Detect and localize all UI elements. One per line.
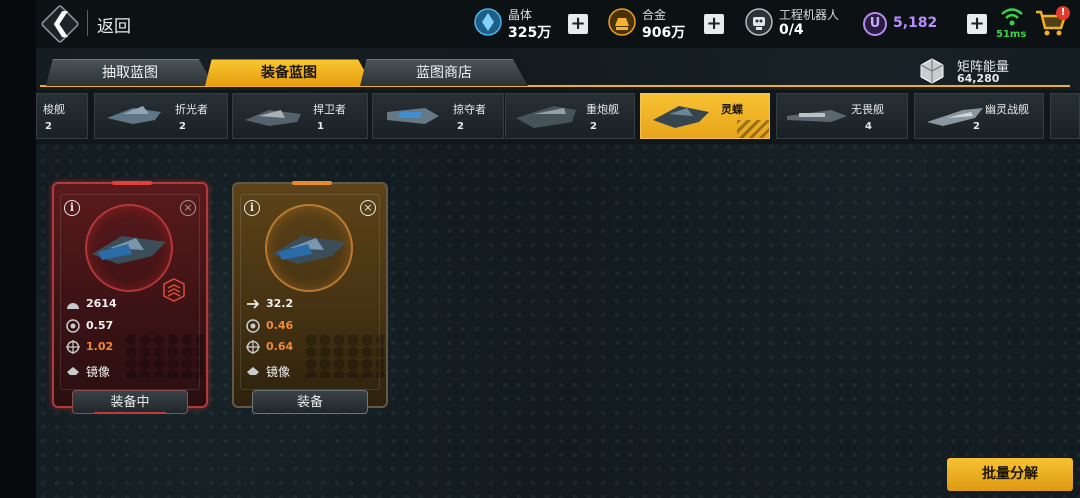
ship-thumbnail <box>387 108 439 124</box>
premium-currency-value: 5,182 <box>893 15 938 31</box>
robot-value: 0/4 <box>779 22 804 38</box>
accuracy-icon <box>66 340 80 354</box>
back-label[interactable]: 返回 <box>97 12 131 37</box>
add-crystal-button[interactable]: + <box>568 14 588 34</box>
selected-stripe <box>737 120 769 138</box>
cart-badge: ! <box>1056 6 1070 20</box>
stat-value: 32.2 <box>266 297 294 310</box>
alloy-icon <box>608 8 636 36</box>
equipped-indicator <box>94 412 166 414</box>
mirror-icon <box>67 367 79 375</box>
ship-card-more[interactable] <box>1050 93 1080 139</box>
ship-count: 2 <box>590 121 597 132</box>
ship-count: 1 <box>317 121 324 132</box>
app-root: ❮ 返回 晶体 325万 + 合金 906万 + 工程机器人 0/4 U 5,1… <box>0 0 1080 498</box>
armor-icon <box>67 303 79 309</box>
add-premium-button[interactable]: + <box>967 14 987 34</box>
batch-salvage-button[interactable]: 批量分解 <box>947 458 1073 491</box>
ship-name: 重炮舰 <box>586 103 619 116</box>
tab-blueprint-shop[interactable]: 蓝图商店 <box>360 59 528 86</box>
add-alloy-button[interactable]: + <box>704 14 724 34</box>
ping-value: 51ms <box>996 29 1027 40</box>
ship-thumbnail <box>107 106 161 124</box>
ship-card-heavy-gunship[interactable]: 重炮舰 2 <box>505 93 635 139</box>
stat-value: 1.02 <box>86 340 114 353</box>
left-gutter <box>0 0 36 498</box>
ship-count: 4 <box>865 121 872 132</box>
ship-name: 掠夺者 <box>453 103 486 116</box>
ship-card-defender[interactable]: 捍卫者 1 <box>232 93 368 139</box>
info-icon[interactable]: i <box>244 200 260 216</box>
equip-button[interactable]: 装备 <box>252 390 368 414</box>
ship-name: 幽灵战舰 <box>985 103 1029 116</box>
tab-draw-blueprint[interactable]: 抽取蓝图 <box>46 59 214 86</box>
info-icon[interactable]: i <box>64 200 80 216</box>
alloy-label: 合金 <box>642 8 667 22</box>
ship-name: 梭舰 <box>43 103 65 116</box>
equipped-button[interactable]: 装备中 <box>72 390 188 414</box>
crystal-icon <box>474 8 502 36</box>
spirit-butterfly-ship-image <box>272 236 346 264</box>
reload-icon <box>246 319 260 333</box>
ship-card-raider[interactable]: 掠夺者 2 <box>372 93 504 139</box>
ship-thumbnail <box>653 106 709 128</box>
divider <box>87 10 88 36</box>
hex-pattern <box>304 334 384 378</box>
matrix-energy-icon <box>920 58 944 84</box>
resource-robot: 工程机器人 0/4 <box>745 6 855 42</box>
alloy-value: 906万 <box>642 25 686 41</box>
reload-icon <box>66 319 80 333</box>
ship-count: 2 <box>179 121 186 132</box>
ship-count: 2 <box>45 121 52 132</box>
stat-value: 镜像 <box>266 365 291 379</box>
accuracy-icon <box>246 340 260 354</box>
ship-thumbnail <box>516 106 576 128</box>
spirit-butterfly-ship-image <box>92 236 166 264</box>
close-icon[interactable]: × <box>360 200 376 216</box>
ship-card-dreadnought[interactable]: 无畏舰 4 <box>776 93 908 139</box>
stat-value: 0.46 <box>266 319 294 332</box>
hex-pattern <box>124 334 204 378</box>
resource-crystal: 晶体 325万 <box>474 6 564 42</box>
wifi-icon <box>1001 8 1023 26</box>
premium-currency-icon: U <box>863 12 887 36</box>
crystal-label: 晶体 <box>508 8 533 22</box>
ship-card-shuttle[interactable]: 梭舰 2 <box>36 93 88 139</box>
robot-label: 工程机器人 <box>779 8 840 22</box>
back-arrow-icon[interactable]: ❮ <box>44 4 78 42</box>
ship-thumbnail <box>245 110 301 126</box>
card-top-glow <box>292 181 332 185</box>
tab-equip-blueprint[interactable]: 装备蓝图 <box>205 59 373 86</box>
ship-name: 捍卫者 <box>313 103 346 116</box>
resource-alloy: 合金 906万 <box>608 6 698 42</box>
rank-chevron-icon <box>163 278 185 302</box>
ship-name: 无畏舰 <box>851 103 884 116</box>
stat-value: 镜像 <box>86 365 111 379</box>
stat-value: 0.64 <box>266 340 294 353</box>
blueprint-card-equipped[interactable]: i × 2614 0.57 1.02 镜像 装备中 <box>52 181 208 414</box>
ship-name: 灵蝶 <box>721 103 743 116</box>
ship-thumbnail <box>787 110 847 122</box>
ship-card-refractor[interactable]: 折光者 2 <box>94 93 228 139</box>
stat-value: 2614 <box>86 297 117 310</box>
blueprint-card-available[interactable]: i × 32.2 0.46 0.64 镜像 装备 <box>232 181 388 414</box>
mirror-icon <box>247 367 259 375</box>
ship-name: 折光者 <box>175 103 208 116</box>
ship-count: 2 <box>973 121 980 132</box>
ship-card-ghost-warship[interactable]: 幽灵战舰 2 <box>914 93 1044 139</box>
robot-icon <box>745 8 773 36</box>
close-icon[interactable]: × <box>180 200 196 216</box>
matrix-energy-value: 64,280 <box>957 72 1000 85</box>
crystal-value: 325万 <box>508 25 552 41</box>
card-top-glow <box>112 181 152 185</box>
ship-count: 2 <box>457 121 464 132</box>
ship-card-spirit-butterfly[interactable]: 灵蝶 <box>640 93 770 139</box>
stat-value: 0.57 <box>86 319 114 332</box>
speed-icon <box>247 299 260 309</box>
